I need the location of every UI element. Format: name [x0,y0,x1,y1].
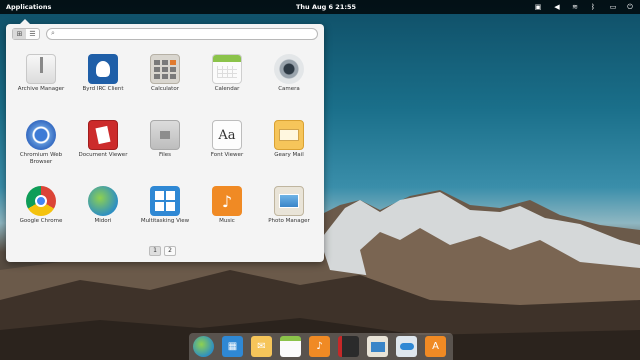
app-chromium[interactable]: Chromium Web Browser [10,118,72,178]
date-time-indicator[interactable]: Thu Aug 6 21:55 [296,3,356,11]
mail-icon [274,120,304,150]
document-viewer-icon [88,120,118,150]
app-label: Byrd IRC Client [82,86,124,92]
app-label: Chromium Web Browser [19,152,63,165]
appcenter-icon[interactable]: A [425,336,446,357]
app-photo-manager[interactable]: Photo Manager [258,184,320,244]
app-label: Camera [278,86,300,92]
applications-launcher: ⊞ ☰ ⌕ Archive Manager Byrd IRC Client Ca… [6,19,324,262]
chrome-icon [26,186,56,216]
popover-arrow [20,19,30,24]
app-google-chrome[interactable]: Google Chrome [10,184,72,244]
search-icon: ⌕ [51,29,55,37]
app-label: Document Viewer [78,152,128,158]
app-label: Geary Mail [274,152,304,158]
byrd-icon [88,54,118,84]
settings-icon[interactable] [396,336,417,357]
page-switcher: 1 2 [149,246,176,256]
font-viewer-icon: Aa [212,120,242,150]
app-byrd-irc-client[interactable]: Byrd IRC Client [72,52,134,112]
photo-manager-icon[interactable] [367,336,388,357]
camera-icon [274,54,304,84]
volume-icon[interactable]: ◀ [552,2,562,12]
bluetooth-icon[interactable]: ᛒ [588,2,598,12]
search-input[interactable]: ⌕ [46,28,318,40]
app-grid: Archive Manager Byrd IRC Client Calculat… [6,50,324,240]
app-midori[interactable]: Midori [72,184,134,244]
calendar-icon[interactable] [280,336,301,357]
power-icon[interactable]: ⏻ [625,2,635,12]
app-calculator[interactable]: Calculator [134,52,196,112]
app-label: Calculator [151,86,179,92]
calendar-icon [212,54,242,84]
app-font-viewer[interactable]: Aa Font Viewer [196,118,258,178]
video-icon[interactable] [338,336,359,357]
multitasking-icon [150,186,180,216]
app-music[interactable]: ♪ Music [196,184,258,244]
app-multitasking-view[interactable]: Multitasking View [134,184,196,244]
app-label: Calendar [214,86,240,92]
app-label: Files [158,152,172,158]
archive-icon [26,54,56,84]
app-document-viewer[interactable]: Document Viewer [72,118,134,178]
app-label: Archive Manager [17,86,65,92]
app-label: Google Chrome [19,218,63,224]
app-label: Font Viewer [210,152,244,158]
page-button-2[interactable]: 2 [164,246,176,256]
mail-icon[interactable]: ✉ [251,336,272,357]
app-label: Multitasking View [140,218,190,224]
music-icon: ♪ [212,186,242,216]
app-camera[interactable]: Camera [258,52,320,112]
app-calendar[interactable]: Calendar [196,52,258,112]
top-panel: Applications Thu Aug 6 21:55 ▣ ◀ ≋ ᛒ ▭ ⏻ [0,0,640,14]
midori-icon [88,186,118,216]
battery-icon[interactable]: ▭ [608,2,618,12]
keyboard-icon[interactable]: ▣ [533,2,543,12]
files-icon [150,120,180,150]
wifi-icon[interactable]: ≋ [570,2,580,12]
applications-menu-button[interactable]: Applications [6,3,51,11]
category-view-icon[interactable]: ☰ [26,29,39,39]
calculator-icon [150,54,180,84]
app-label: Photo Manager [268,218,310,224]
photo-manager-icon [274,186,304,216]
view-mode-toggle: ⊞ ☰ [12,28,40,40]
grid-view-icon[interactable]: ⊞ [13,29,26,39]
app-archive-manager[interactable]: Archive Manager [10,52,72,112]
dock: ▦ ✉ ♪ A [189,333,453,360]
multitasking-icon[interactable]: ▦ [222,336,243,357]
chromium-icon [26,120,56,150]
app-files[interactable]: Files [134,118,196,178]
app-label: Midori [94,218,112,224]
midori-icon[interactable] [193,336,214,357]
page-button-1[interactable]: 1 [149,246,161,256]
app-label: Music [219,218,235,224]
music-icon[interactable]: ♪ [309,336,330,357]
app-geary-mail[interactable]: Geary Mail [258,118,320,178]
